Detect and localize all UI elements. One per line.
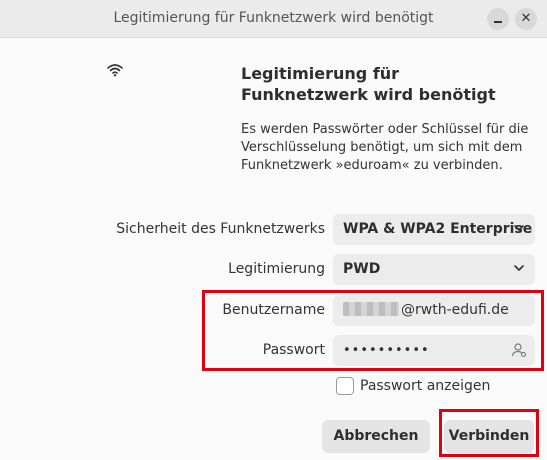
minimize-button[interactable] — [487, 8, 509, 30]
close-button[interactable]: ✕ — [515, 8, 537, 30]
show-password-label[interactable]: Passwort anzeigen — [360, 378, 490, 394]
chevron-down-icon — [514, 265, 524, 271]
security-label: Sicherheit des Funknetzwerks — [116, 221, 325, 237]
dialog-heading: Legitimierung für Funknetzwerk wird benö… — [241, 64, 496, 104]
window-titlebar: Legitimierung für Funknetzwerk wird benö… — [0, 0, 547, 38]
show-password-checkbox[interactable] — [336, 377, 354, 395]
dialog-description: Es werden Passwörter oder Schlüssel für … — [241, 122, 529, 173]
authentication-value: PWD — [343, 261, 381, 277]
security-value: WPA & WPA2 Enterprise — [343, 221, 533, 237]
chevron-down-icon — [514, 225, 524, 231]
authentication-dropdown[interactable]: PWD — [333, 254, 535, 285]
credentials-highlight-box — [202, 290, 544, 371]
authentication-label: Legitimierung — [228, 261, 325, 277]
security-dropdown[interactable]: WPA & WPA2 Enterprise — [333, 214, 535, 245]
connect-highlight-box — [439, 409, 539, 457]
wifi-icon — [107, 64, 123, 77]
cancel-button[interactable]: Abbrechen — [322, 420, 430, 453]
window-title: Legitimierung für Funknetzwerk wird benö… — [113, 10, 434, 26]
